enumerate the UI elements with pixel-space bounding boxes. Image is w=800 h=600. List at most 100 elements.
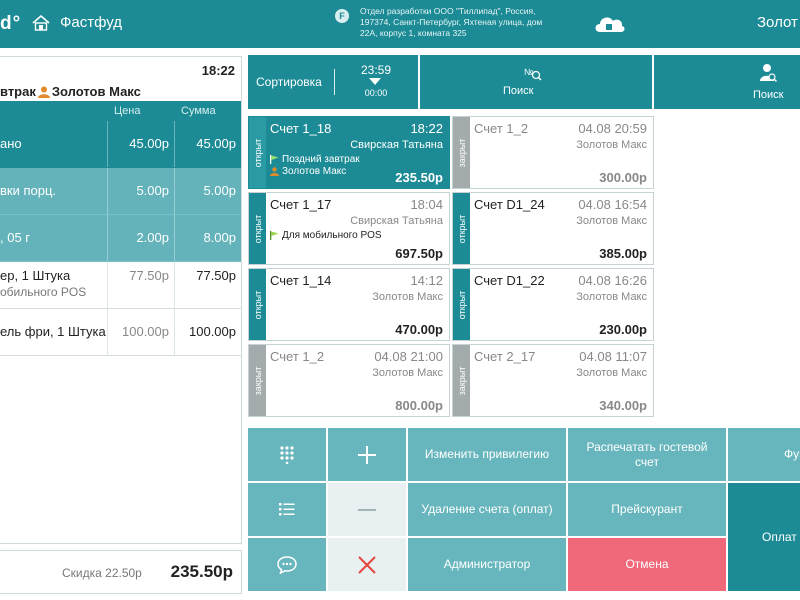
order-columns-header: Цена Сумма — [0, 101, 241, 121]
bill-tag: Для мобильного POS — [270, 230, 382, 241]
item-price: 5.00р — [136, 183, 169, 198]
bill-name: Счет 2_17 — [474, 349, 536, 364]
decrease-button[interactable] — [328, 483, 406, 536]
order-time: 18:22 — [201, 63, 235, 78]
flag-icon — [270, 231, 279, 240]
order-item-row[interactable]: , 05 г 2.00р 8.00р — [0, 215, 241, 262]
home-icon[interactable] — [32, 15, 50, 31]
bill-name: Счет 1_17 — [270, 197, 332, 212]
bill-waiter: Свирская Татьяна — [350, 215, 443, 227]
delete-item-button[interactable] — [328, 538, 406, 591]
bill-tag-text: Золотов Макс — [282, 166, 347, 177]
waiter-search-icon[interactable] — [759, 63, 777, 83]
bill-card[interactable]: открыт Счет 1_17 18:04 Свирская Татьяна … — [248, 192, 450, 265]
triangle-down-icon[interactable] — [369, 78, 381, 85]
bill-card[interactable]: закрыт Счет 1_2 04.08 20:59 Золотов Макс… — [452, 116, 654, 189]
functions-button[interactable]: Фун — [728, 428, 800, 481]
delete-bill-button[interactable]: Удаление счета (оплат) — [408, 483, 566, 536]
item-price: 2.00р — [136, 230, 169, 245]
bill-card[interactable]: открыт Счет 1_14 14:12 Золотов Макс 470.… — [248, 268, 450, 341]
cancel-button[interactable]: Отмена — [568, 538, 726, 591]
order-item-row[interactable]: ер, 1 Штука обильного POS 77.50р 77.50р — [0, 262, 241, 309]
bill-amount: 235.50р — [395, 170, 443, 185]
order-item-row[interactable]: вки порц. 5.00р 5.00р — [0, 168, 241, 215]
item-price: 45.00р — [129, 136, 169, 151]
bill-status-strip: закрыт — [249, 345, 266, 416]
item-modifier: обильного POS — [0, 285, 87, 299]
flag-icon — [270, 155, 279, 164]
order-total: 235.50р — [170, 562, 233, 581]
order-item-row[interactable]: ано 45.00р 45.00р — [0, 121, 241, 168]
bill-status-strip: открыт — [453, 193, 470, 264]
bill-status: открыт — [456, 214, 467, 243]
header-user-name[interactable]: Золот — [757, 14, 798, 31]
print-guest-bill-button[interactable]: Распечатать гостевой счет — [568, 428, 726, 481]
bill-card[interactable]: открыт Счет D1_24 04.08 16:54 Золотов Ма… — [452, 192, 654, 265]
administrator-button[interactable]: Администратор — [408, 538, 566, 591]
order-totals: Скидка 22.50р 235.50р — [0, 550, 242, 594]
number-search-icon[interactable]: № — [524, 65, 542, 81]
bill-time: 18:22 — [410, 121, 443, 136]
change-privilege-button[interactable]: Изменить привилегию — [408, 428, 566, 481]
bill-amount: 800.00р — [395, 398, 443, 413]
bill-status: открыт — [456, 290, 467, 319]
bill-amount: 697.50р — [395, 246, 443, 261]
app-logo: d° — [0, 13, 22, 34]
keypad-button[interactable] — [248, 428, 326, 481]
comment-button[interactable] — [248, 538, 326, 591]
item-price: 100.00р — [122, 324, 169, 339]
bill-status-strip: закрыт — [453, 117, 470, 188]
sort-button[interactable]: Сортировка — [256, 75, 322, 89]
search-by-number-button[interactable]: Поиск — [503, 85, 533, 97]
price-list-button[interactable]: Прейскурант — [568, 483, 726, 536]
org-line: 22А, корпус 1, комната 325 — [360, 28, 467, 38]
app-header: d° Фастфуд F Отдел разработки ООО "Тилли… — [0, 0, 800, 48]
bill-time: 18:04 — [410, 197, 443, 212]
bill-status: закрыт — [456, 366, 467, 395]
list-icon — [279, 502, 295, 515]
bill-name: Счет 1_18 — [270, 121, 332, 136]
discount-label: Скидка 22.50р — [62, 566, 142, 580]
bill-waiter: Золотов Макс — [372, 367, 443, 379]
bill-name: Счет 1_2 — [474, 121, 529, 136]
order-item-row[interactable]: ель фри, 1 Штука 100.00р 100.00р — [0, 309, 241, 356]
item-name: ель фри, 1 Штука — [0, 324, 106, 339]
info-badge: F — [335, 9, 349, 23]
time-filter-end[interactable]: 00:00 — [363, 88, 389, 98]
order-title: втрак Золотов Макс — [0, 84, 141, 99]
item-sum: 77.50р — [196, 268, 236, 283]
person-icon — [37, 86, 50, 98]
bill-tag-text: Для мобильного POS — [282, 230, 382, 241]
bill-status: открыт — [252, 138, 263, 167]
bill-amount: 230.00р — [599, 322, 647, 337]
time-filter-start[interactable]: 23:59 — [360, 63, 392, 77]
column-price: Цена — [114, 105, 141, 117]
bill-tag: Поздний завтрак — [270, 154, 360, 165]
bill-amount: 300.00р — [599, 170, 647, 185]
bill-name: Счет D1_24 — [474, 197, 545, 212]
order-waiter: Золотов Макс — [51, 84, 141, 99]
bill-waiter: Золотов Макс — [576, 291, 647, 303]
bill-status-strip: открыт — [453, 269, 470, 340]
bill-card[interactable]: закрыт Счет 1_2 04.08 21:00 Золотов Макс… — [248, 344, 450, 417]
cloud-sync-icon[interactable] — [592, 10, 626, 36]
item-name: , 05 г — [0, 230, 31, 245]
bill-card[interactable]: открыт Счет D1_22 04.08 16:26 Золотов Ма… — [452, 268, 654, 341]
bill-waiter: Золотов Макс — [576, 139, 647, 151]
pay-button[interactable]: Оплат — [728, 483, 800, 591]
bill-name: Счет 1_14 — [270, 273, 332, 288]
search-by-waiter-button[interactable]: Поиск — [753, 89, 783, 101]
item-price: 77.50р — [129, 268, 169, 283]
bill-card[interactable]: закрыт Счет 2_17 04.08 11:07 Золотов Мак… — [452, 344, 654, 417]
bill-time: 04.08 11:07 — [579, 349, 647, 364]
bill-waiter: Золотов Макс — [576, 215, 647, 227]
increase-button[interactable] — [328, 428, 406, 481]
order-items: ано 45.00р 45.00р вки порц. 5.00р 5.00р … — [0, 121, 241, 356]
comment-icon — [277, 555, 297, 574]
bill-status-strip: открыт — [249, 269, 266, 340]
item-name: ер, 1 Штука — [0, 268, 71, 283]
keypad-icon — [280, 445, 294, 464]
list-button[interactable] — [248, 483, 326, 536]
person-icon — [270, 167, 279, 176]
bill-card[interactable]: открыт Счет 1_18 18:22 Свирская Татьяна … — [248, 116, 450, 189]
